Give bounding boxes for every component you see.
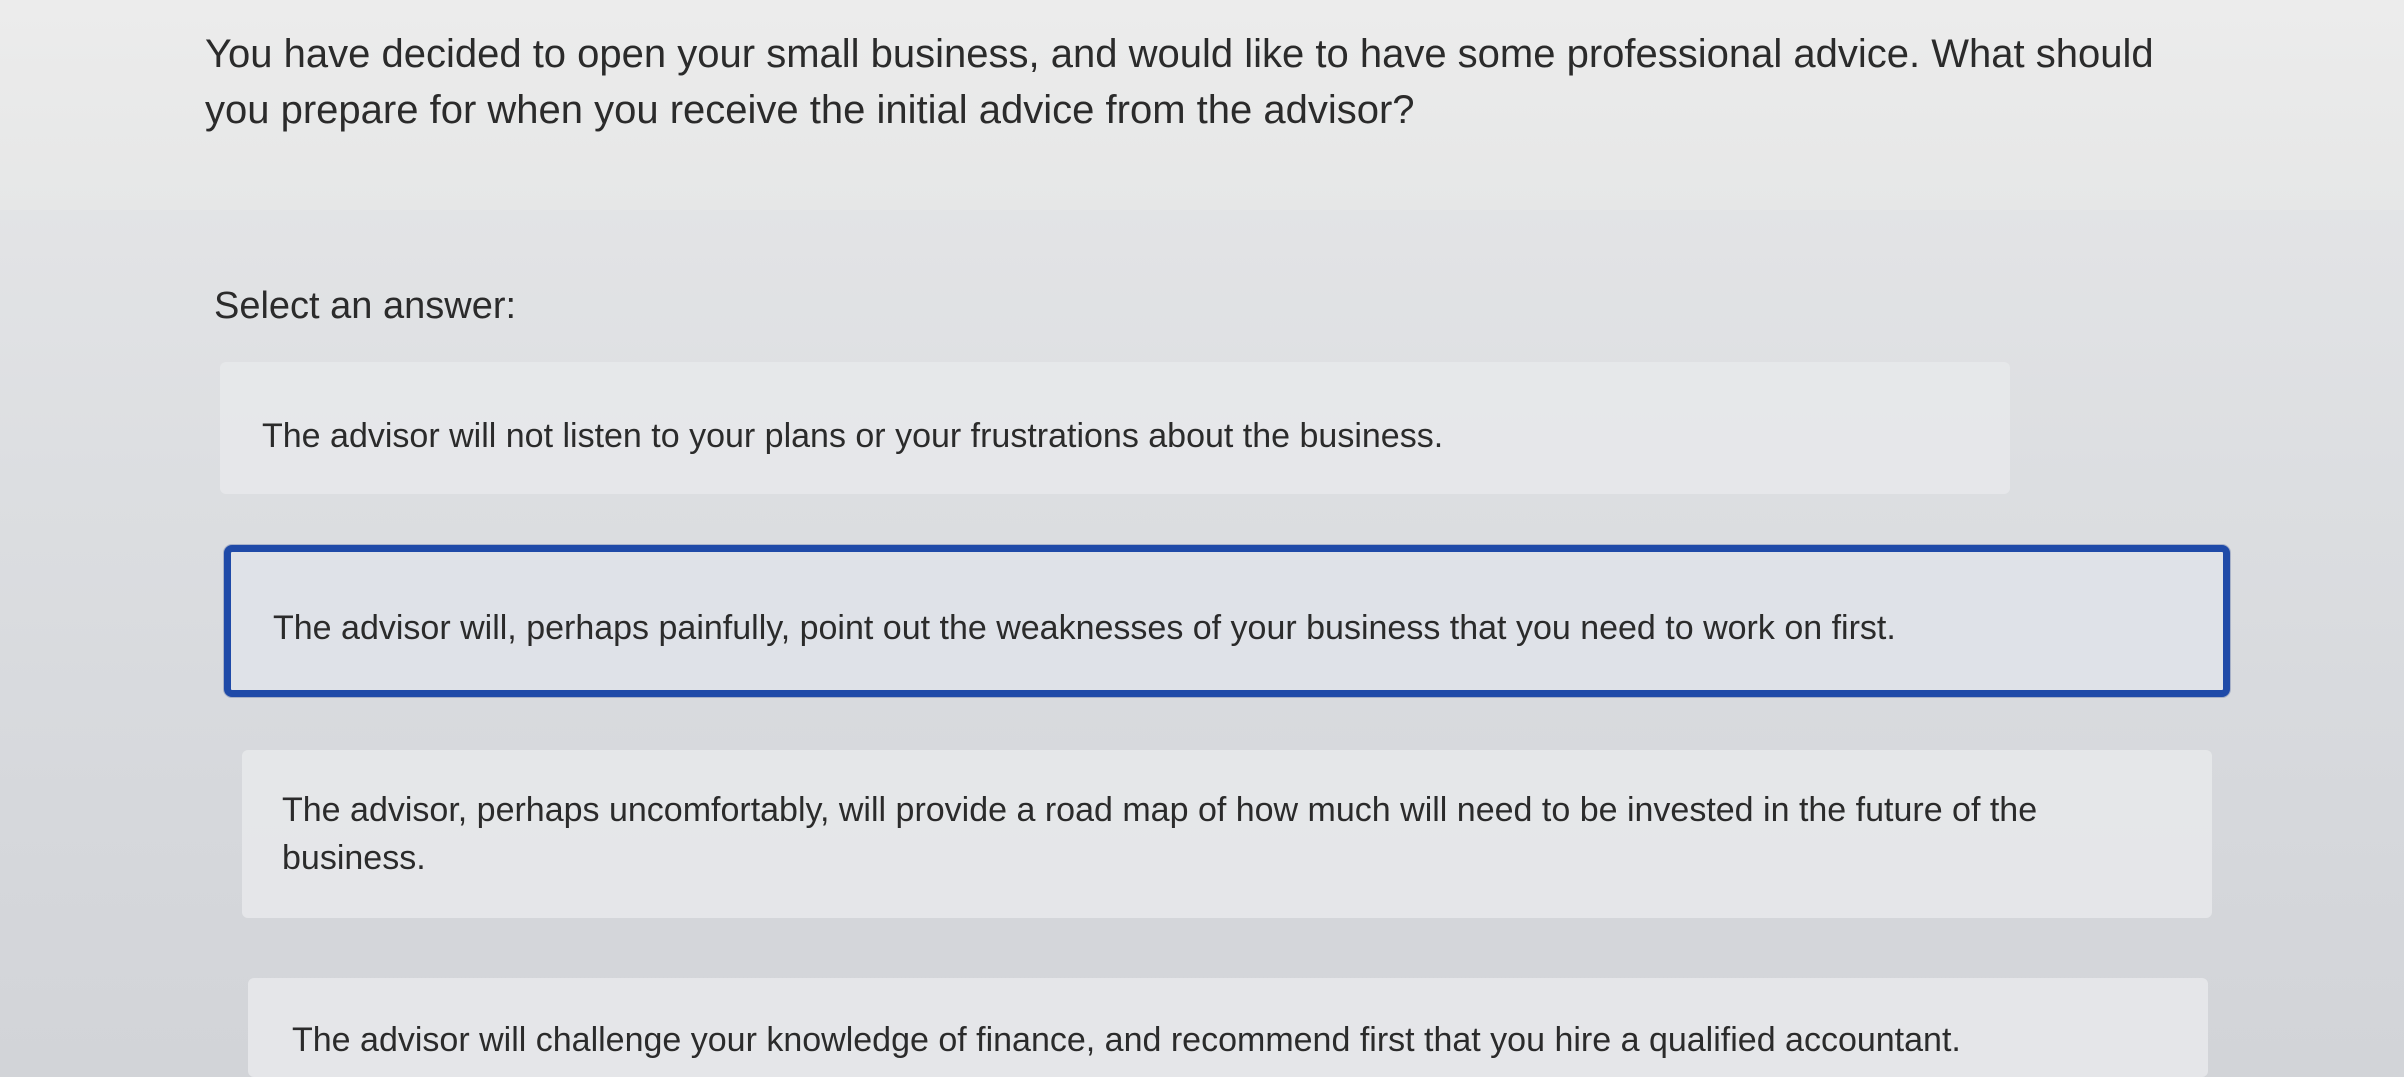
answer-option-1[interactable]: The advisor will not listen to your plan… [220,362,2010,494]
answer-option-2-selected[interactable]: The advisor will, perhaps painfully, poi… [224,545,2230,697]
select-answer-prompt: Select an answer: [214,285,517,327]
answer-option-4[interactable]: The advisor will challenge your knowledg… [248,978,2208,1077]
answer-option-3-label: The advisor, perhaps uncomfortably, will… [282,791,2038,877]
answer-option-3[interactable]: The advisor, perhaps uncomfortably, will… [242,750,2212,918]
answer-option-4-label: The advisor will challenge your knowledg… [292,1021,1961,1059]
answer-option-1-label: The advisor will not listen to your plan… [262,417,1444,455]
question-text: You have decided to open your small busi… [205,32,2154,132]
answer-option-2-label: The advisor will, perhaps painfully, poi… [273,609,1896,647]
